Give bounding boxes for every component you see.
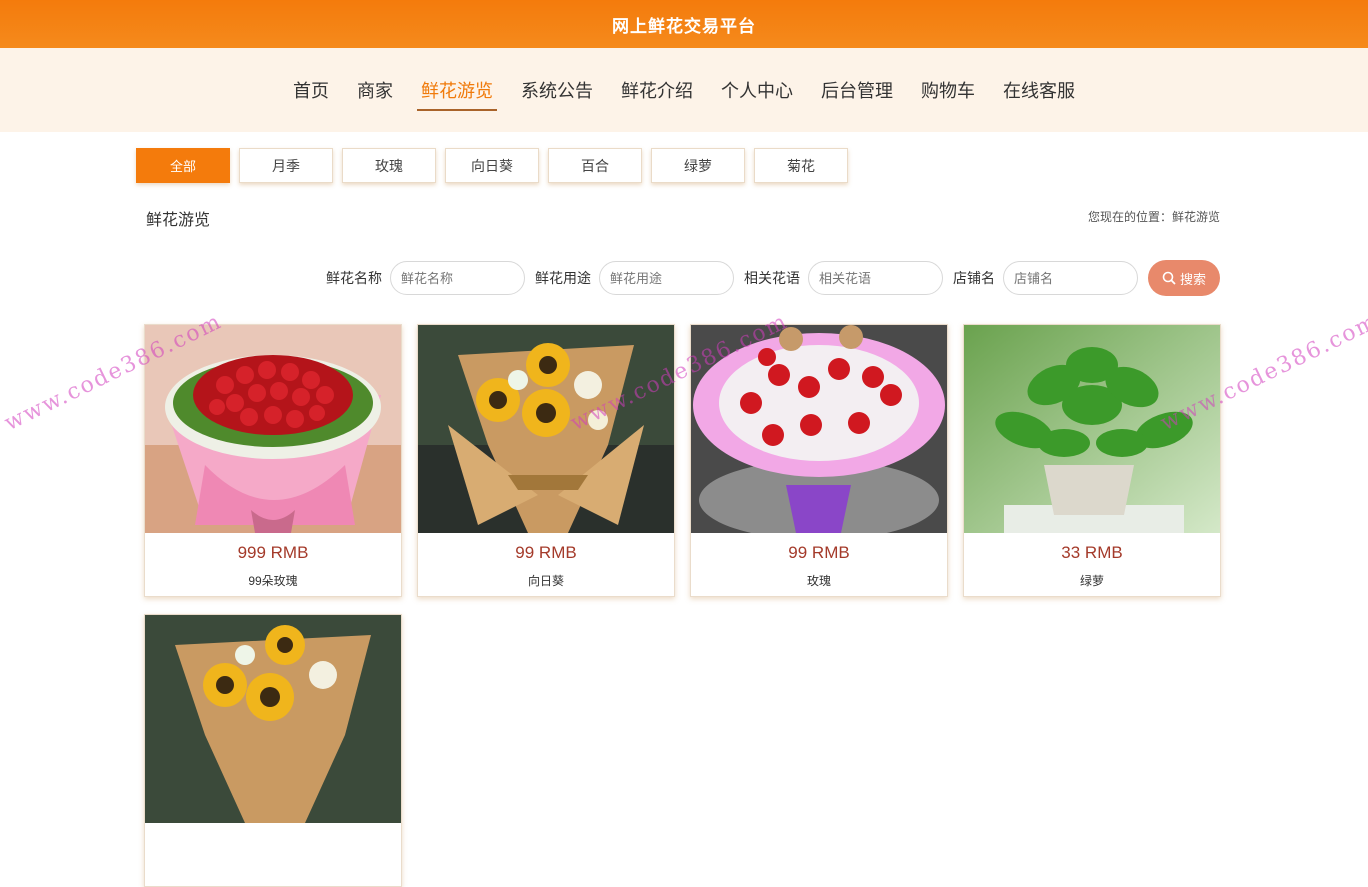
nav-merchants[interactable]: 商家	[343, 77, 407, 107]
product-price: 99 RMB	[788, 543, 850, 562]
rose-teddy-bouquet-photo	[691, 325, 947, 533]
category-lily[interactable]: 百合	[548, 148, 642, 183]
flower-usage-input[interactable]	[599, 261, 734, 295]
search-bar: 鲜花名称 鲜花用途 相关花语 店铺名 搜索	[326, 260, 1220, 296]
site-title: 网上鲜花交易平台	[612, 16, 756, 36]
nav-admin[interactable]: 后台管理	[807, 77, 907, 107]
flower-name-input[interactable]	[390, 261, 525, 295]
product-name: 玫瑰	[806, 574, 831, 588]
product-card[interactable]: 999 RMB 99朵玫瑰	[144, 324, 402, 597]
category-chrysanthemum[interactable]: 菊花	[754, 148, 848, 183]
flower-language-input[interactable]	[808, 261, 943, 295]
top-header: 网上鲜花交易平台	[0, 0, 1368, 48]
category-rosa-chinensis[interactable]: 月季	[239, 148, 333, 183]
flower-name-label: 鲜花名称	[326, 270, 382, 286]
rose-bouquet-photo	[145, 325, 401, 533]
nav-home[interactable]: 首页	[279, 77, 343, 107]
product-price: 99 RMB	[515, 543, 577, 562]
nav-announcements[interactable]: 系统公告	[507, 77, 607, 107]
nav-flower-intro[interactable]: 鲜花介绍	[607, 77, 707, 107]
product-card[interactable]: 33 RMB 绿萝	[963, 324, 1221, 597]
sunflower-bouquet-photo	[145, 615, 401, 823]
product-price: 999 RMB	[237, 543, 309, 562]
sunflower-bouquet-photo	[418, 325, 674, 533]
product-card[interactable]	[144, 614, 402, 887]
flower-usage-label: 鲜花用途	[535, 270, 591, 286]
main-nav: 首页 商家 鲜花游览 系统公告 鲜花介绍 个人中心 后台管理 购物车 在线客服	[0, 77, 1368, 111]
nav-user-center[interactable]: 个人中心	[707, 77, 807, 107]
category-all[interactable]: 全部	[136, 148, 230, 183]
main-nav-bar: 首页 商家 鲜花游览 系统公告 鲜花介绍 个人中心 后台管理 购物车 在线客服	[0, 48, 1368, 132]
product-name: 99朵玫瑰	[248, 574, 298, 588]
search-button[interactable]: 搜索	[1148, 260, 1220, 296]
product-price: 33 RMB	[1061, 543, 1123, 562]
search-button-label: 搜索	[1179, 271, 1206, 287]
shop-name-label: 店铺名	[953, 270, 995, 286]
category-pothos[interactable]: 绿萝	[651, 148, 745, 183]
nav-flower-browse[interactable]: 鲜花游览	[407, 77, 507, 111]
product-name: 向日葵	[527, 574, 564, 588]
pothos-plant-photo	[964, 325, 1220, 533]
category-sunflower[interactable]: 向日葵	[445, 148, 539, 183]
flower-language-label: 相关花语	[744, 270, 800, 286]
section-title: 鲜花游览	[146, 212, 211, 229]
category-rose[interactable]: 玫瑰	[342, 148, 436, 183]
product-card[interactable]: 99 RMB 向日葵	[417, 324, 675, 597]
product-card[interactable]: 99 RMB 玫瑰	[690, 324, 948, 597]
category-filter: 全部 月季 玫瑰 向日葵 百合 绿萝 菊花	[136, 148, 848, 183]
product-name: 绿萝	[1079, 574, 1104, 588]
search-icon	[1162, 271, 1176, 285]
nav-customer-service[interactable]: 在线客服	[989, 77, 1089, 107]
breadcrumb: 您现在的位置：鲜花游览	[1087, 210, 1220, 224]
nav-cart[interactable]: 购物车	[907, 77, 989, 107]
shop-name-input[interactable]	[1003, 261, 1138, 295]
